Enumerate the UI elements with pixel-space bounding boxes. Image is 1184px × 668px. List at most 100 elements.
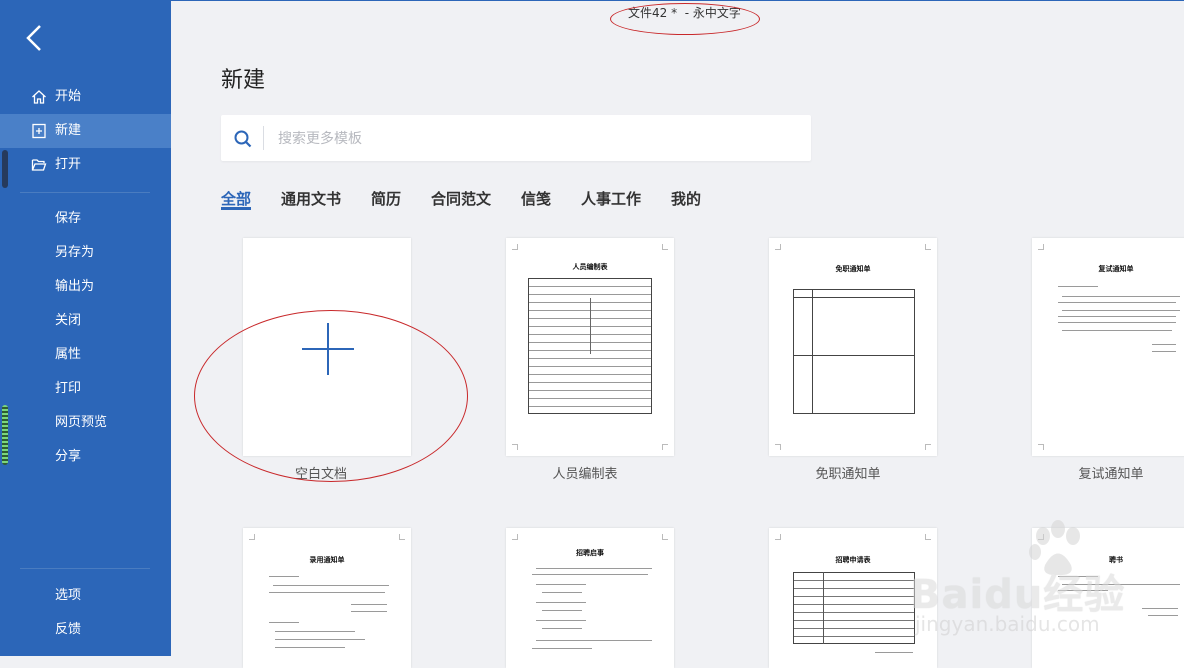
- thumb-line: [536, 568, 652, 569]
- thumb-line: [1062, 330, 1172, 331]
- template-card-offer[interactable]: 录用通知单: [243, 528, 411, 668]
- thumb-line: [542, 610, 582, 611]
- page-title: 新建: [221, 68, 266, 93]
- sidebar-item-start[interactable]: 开始: [0, 80, 171, 114]
- sidebar-item-label: 分享: [55, 449, 82, 464]
- thumb-title: 人员编制表: [572, 262, 608, 271]
- window-title: 文件42 * - 永中文字: [628, 6, 741, 20]
- thumb-line: [1148, 615, 1178, 616]
- thumb-line: [542, 592, 582, 593]
- sidebar-divider: [20, 192, 150, 193]
- sidebar-item-save[interactable]: 保存: [0, 202, 171, 236]
- thumb-line: [823, 572, 824, 644]
- sidebar-item-feedback[interactable]: 反馈: [0, 613, 171, 647]
- crop-mark: [925, 534, 931, 540]
- template-card-job-posting[interactable]: 招聘启事: [506, 528, 674, 668]
- thumb-line: [269, 576, 299, 577]
- thumb-line: [351, 604, 387, 605]
- crop-mark: [1038, 444, 1044, 450]
- thumb-line: [1142, 608, 1178, 609]
- search-icon[interactable]: [233, 129, 253, 149]
- sidebar-item-save-as[interactable]: 另存为: [0, 236, 171, 270]
- tab-mine[interactable]: 我的: [671, 188, 701, 209]
- sidebar-item-label: 网页预览: [55, 415, 108, 430]
- scroll-grip[interactable]: [2, 405, 8, 465]
- thumb-line: [1058, 590, 1108, 591]
- tab-all[interactable]: 全部: [221, 188, 251, 209]
- crop-mark: [662, 444, 668, 450]
- thumb-line: [1152, 351, 1176, 352]
- crop-mark: [1038, 534, 1044, 540]
- thumb-line: [273, 585, 389, 586]
- tab-letters[interactable]: 信笺: [521, 188, 551, 209]
- sidebar: 开始 新建 打开 保存 另存为 输出为 关闭 属性 打印 网页预览 分享 选项 …: [0, 0, 171, 656]
- sidebar-item-web-preview[interactable]: 网页预览: [0, 406, 171, 440]
- thumb-line: [275, 631, 355, 632]
- sidebar-item-label: 打开: [55, 157, 82, 172]
- template-card-hiring-request[interactable]: 招聘申请表: [769, 528, 937, 668]
- sidebar-item-properties[interactable]: 属性: [0, 338, 171, 372]
- template-label: 复试通知单: [1078, 467, 1144, 482]
- sidebar-item-open[interactable]: 打开: [0, 148, 171, 182]
- thumb-line: [1058, 322, 1176, 323]
- thumb-title: 免职通知单: [835, 264, 871, 273]
- back-arrow-icon[interactable]: [20, 20, 52, 56]
- search-divider: [263, 126, 264, 150]
- plus-icon: [327, 323, 329, 375]
- thumb-line: [590, 298, 591, 354]
- thumb-title: 复试通知单: [1098, 264, 1134, 273]
- template-card-blank[interactable]: [243, 238, 411, 456]
- sidebar-item-label: 属性: [55, 347, 82, 362]
- sidebar-item-label: 开始: [55, 89, 82, 104]
- template-card-retest[interactable]: 复试通知单: [1032, 238, 1184, 456]
- crop-mark: [399, 534, 405, 540]
- thumb-line: [1152, 344, 1176, 345]
- sidebar-item-label: 新建: [55, 123, 82, 138]
- thumb-line: [542, 628, 582, 629]
- new-document-icon: [31, 123, 47, 139]
- tab-hr[interactable]: 人事工作: [581, 188, 641, 209]
- sidebar-item-options[interactable]: 选项: [0, 579, 171, 613]
- home-icon: [31, 89, 47, 105]
- thumb-line: [532, 574, 648, 575]
- thumb-line: [1058, 316, 1176, 317]
- sidebar-item-export[interactable]: 输出为: [0, 270, 171, 304]
- crop-mark: [249, 534, 255, 540]
- thumb-line: [1062, 296, 1180, 297]
- tab-resume[interactable]: 简历: [371, 188, 401, 209]
- template-label: 人员编制表: [552, 467, 618, 482]
- thumb-title: 招聘申请表: [835, 555, 871, 564]
- tab-contracts[interactable]: 合同范文: [431, 188, 491, 209]
- crop-mark: [512, 244, 518, 250]
- thumb-line: [275, 647, 345, 648]
- sidebar-item-new[interactable]: 新建: [0, 114, 171, 148]
- active-tab-indicator: [221, 207, 251, 210]
- crop-mark: [512, 534, 518, 540]
- template-card-dismissal[interactable]: 免职通知单: [769, 238, 937, 456]
- template-card-appointment-letter[interactable]: 聘书: [1032, 528, 1184, 668]
- sidebar-item-close[interactable]: 关闭: [0, 304, 171, 338]
- crop-mark: [775, 244, 781, 250]
- thumb-line: [1058, 302, 1176, 303]
- sidebar-item-label: 输出为: [55, 279, 95, 294]
- thumb-line: [1058, 286, 1098, 287]
- crop-mark: [925, 244, 931, 250]
- tab-general-docs[interactable]: 通用文书: [281, 188, 341, 209]
- search-input[interactable]: [276, 126, 800, 152]
- scroll-grip[interactable]: [2, 150, 8, 188]
- sidebar-item-share[interactable]: 分享: [0, 440, 171, 474]
- thumb-line: [536, 584, 586, 585]
- crop-mark: [775, 534, 781, 540]
- crop-mark: [662, 244, 668, 250]
- sidebar-item-label: 保存: [55, 211, 82, 226]
- thumb-line: [536, 620, 586, 621]
- crop-mark: [925, 444, 931, 450]
- search-box: [221, 115, 811, 161]
- thumb-line: [812, 289, 813, 414]
- template-card-staffing[interactable]: 人员编制表: [506, 238, 674, 456]
- sidebar-item-label: 反馈: [55, 622, 82, 637]
- thumb-line: [875, 652, 913, 653]
- sidebar-item-print[interactable]: 打印: [0, 372, 171, 406]
- thumb-table: [793, 572, 915, 644]
- title-bar-line: [171, 0, 1184, 1]
